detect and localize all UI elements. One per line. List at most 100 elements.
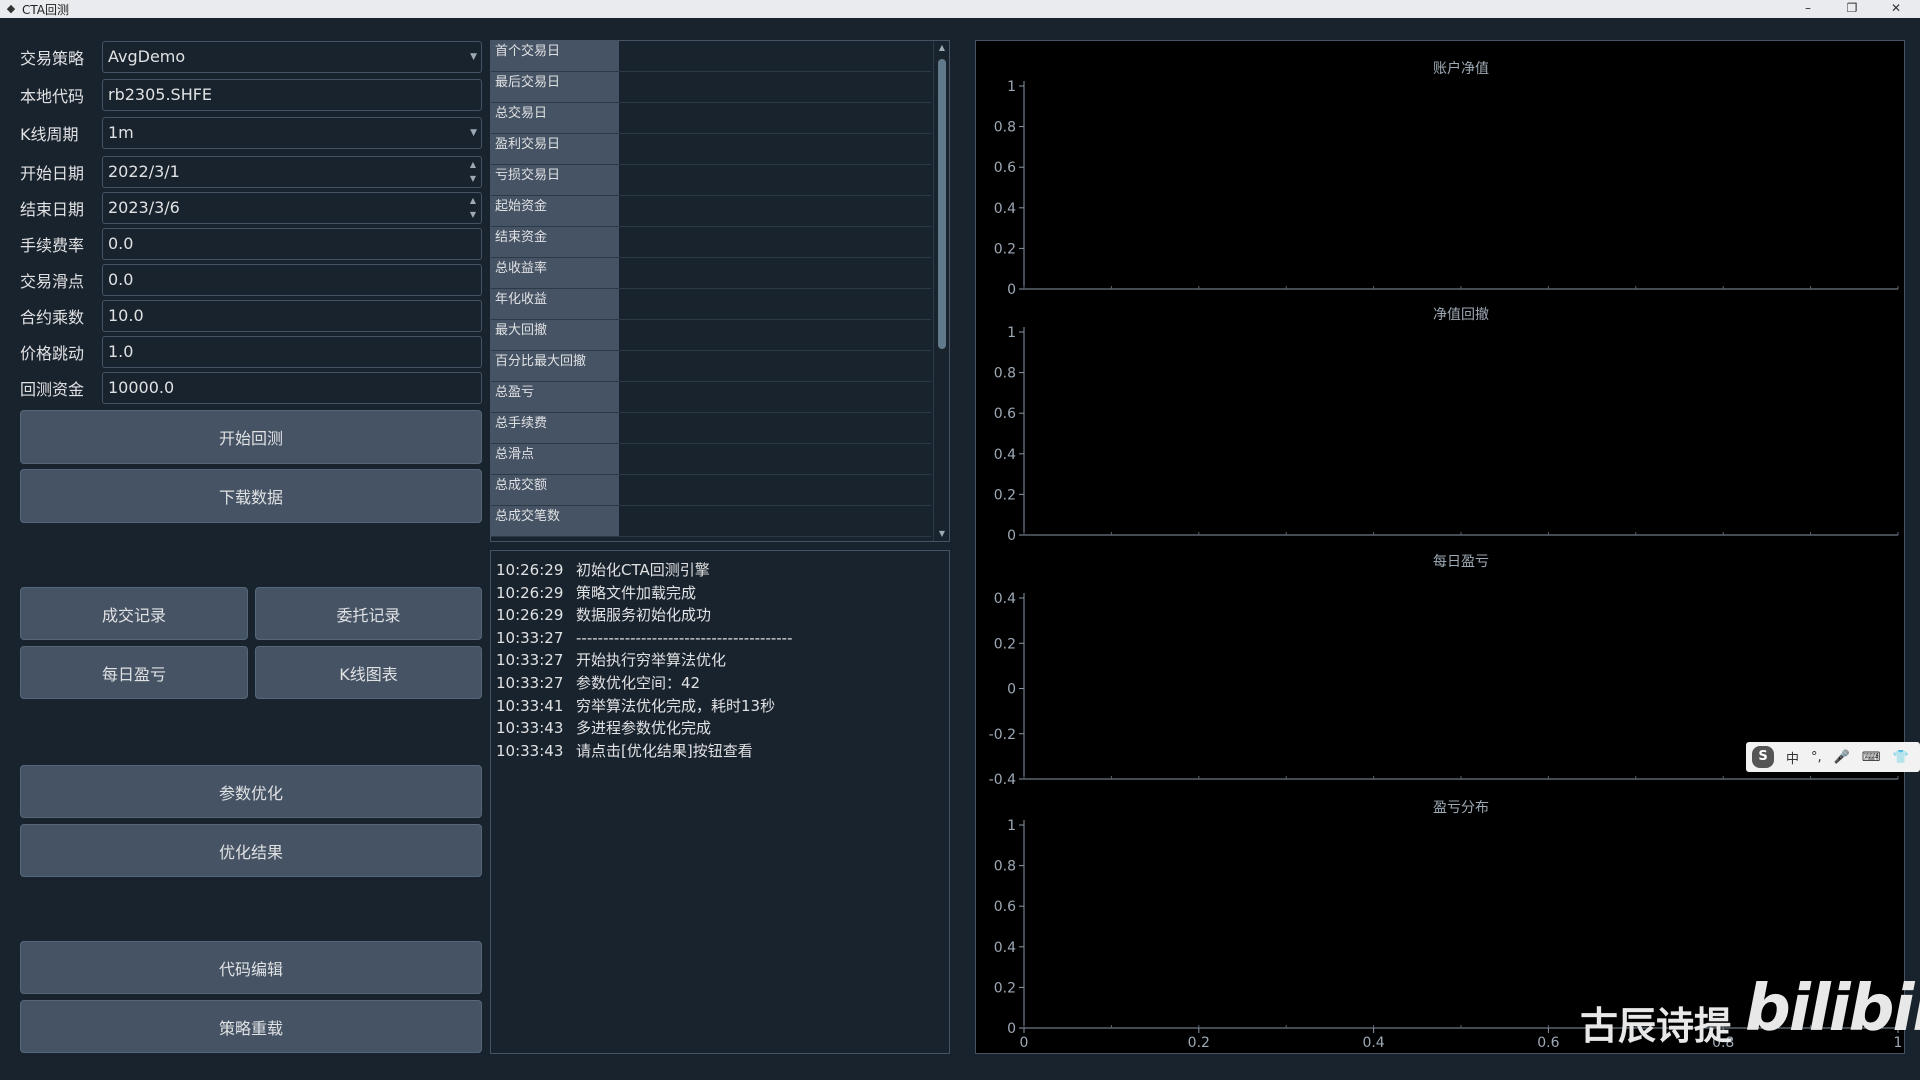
y-tick-label: 0.6 <box>994 406 1016 422</box>
chart-title: 净值回撤 <box>1433 307 1489 323</box>
stat-label: 结束资金 <box>491 227 619 257</box>
stat-row[interactable]: 最后交易日 <box>491 72 931 103</box>
spinner-arrows-icon[interactable]: ▲ ▼ <box>467 194 479 222</box>
charts-panel: 账户净值 1 0.8 0.6 0.4 0.2 0 净值回撤 1 0.8 0.6 0.4 0.2 0 每日盈亏… <box>975 40 1905 1054</box>
log-line: 10:33:43 请点击[优化结果]按钮查看 <box>496 740 944 763</box>
optimize-result-button[interactable]: 优化结果 <box>20 824 482 877</box>
y-tick-label: 0.4 <box>994 447 1016 463</box>
ime-logo-icon[interactable]: S <box>1752 746 1774 768</box>
stat-row[interactable]: 盈利交易日 <box>491 134 931 165</box>
interval-select[interactable]: 1m ▼ <box>102 117 482 149</box>
stat-row[interactable]: 总成交额 <box>491 475 931 506</box>
watermark-author: 古辰诗提 <box>1580 1004 1733 1048</box>
stat-row[interactable]: 最大回撤 <box>491 320 931 351</box>
minimize-button[interactable]: – <box>1786 0 1830 18</box>
log-line: 10:33:41 穷举算法优化完成，耗时13秒 <box>496 695 944 718</box>
charts-svg: 账户净值 1 0.8 0.6 0.4 0.2 0 净值回撤 1 0.8 0.6 0.4 0.2 0 每日盈亏… <box>989 60 1903 1051</box>
stat-label: 起始资金 <box>491 196 619 226</box>
stat-row[interactable]: 总盈亏 <box>491 382 931 413</box>
interval-label: K线周期 <box>20 125 79 144</box>
pricetick-label: 价格跳动 <box>20 344 85 363</box>
chart-title: 盈亏分布 <box>1433 800 1489 816</box>
app-icon: ◆ <box>6 2 16 15</box>
strategy-select[interactable]: AvgDemo ▼ <box>102 41 482 73</box>
log-time: 10:33:43 <box>496 741 564 760</box>
optimize-button[interactable]: 参数优化 <box>20 765 482 818</box>
stat-label: 总盈亏 <box>491 382 619 412</box>
stat-value <box>621 320 931 350</box>
log-time: 10:26:29 <box>496 583 564 602</box>
ime-toolbar[interactable]: S 中 °, 🎤 ⌨ 👕 <box>1746 742 1920 772</box>
start-date-input[interactable]: 2022/3/1 ▲ ▼ <box>102 156 482 188</box>
form-row-slippage: 交易滑点 0.0 <box>20 264 482 296</box>
size-input[interactable]: 10.0 <box>102 300 482 332</box>
stat-row[interactable]: 总滑点 <box>491 444 931 475</box>
stat-row[interactable]: 总交易日 <box>491 103 931 134</box>
stat-value <box>621 134 931 164</box>
code-edit-button[interactable]: 代码编辑 <box>20 941 482 994</box>
y-tick-label: 1 <box>1007 79 1016 95</box>
stat-label: 盈利交易日 <box>491 134 619 164</box>
stat-row[interactable]: 年化收益 <box>491 289 931 320</box>
x-tick-label: 0 <box>1020 1035 1029 1051</box>
y-tick-label: -0.4 <box>989 772 1016 788</box>
close-button[interactable]: ✕ <box>1874 0 1918 18</box>
scroll-up-icon[interactable]: ▲ <box>934 41 949 55</box>
log-time: 10:33:41 <box>496 696 564 715</box>
interval-value: 1m <box>108 123 134 142</box>
log-panel[interactable]: 10:26:29 初始化CTA回测引擎 10:26:29 策略文件加载完成 10:26:… <box>490 550 950 1054</box>
y-tick-label: -0.2 <box>989 727 1016 743</box>
log-line: 10:33:27 参数优化空间：42 <box>496 672 944 695</box>
log-time: 10:33:27 <box>496 673 564 692</box>
stat-row[interactable]: 总手续费 <box>491 413 931 444</box>
stat-row[interactable]: 起始资金 <box>491 196 931 227</box>
slippage-input[interactable]: 0.0 <box>102 264 482 296</box>
stat-row[interactable]: 总收益率 <box>491 258 931 289</box>
stat-value <box>621 444 931 474</box>
log-line: 10:26:29 初始化CTA回测引擎 <box>496 559 944 582</box>
stat-row[interactable]: 总成交笔数 <box>491 506 931 537</box>
ime-punct-icon[interactable]: °, <box>1811 750 1822 765</box>
y-tick-label: 0.2 <box>994 241 1016 257</box>
skin-icon[interactable]: 👕 <box>1893 750 1909 765</box>
rate-input[interactable]: 0.0 <box>102 228 482 260</box>
stat-row[interactable]: 百分比最大回撤 <box>491 351 931 382</box>
keyboard-icon[interactable]: ⌨ <box>1862 750 1881 765</box>
start-backtest-button[interactable]: 开始回测 <box>20 410 482 464</box>
stat-label: 最大回撤 <box>491 320 619 350</box>
statistics-table[interactable]: 首个交易日 最后交易日 总交易日 盈利交易日 亏损交易日 起始资金 结束资金 总收益率 年化收益… <box>490 40 950 542</box>
form-row-start: 开始日期 2022/3/1 ▲ ▼ <box>20 156 482 188</box>
end-date-input[interactable]: 2023/3/6 ▲ ▼ <box>102 192 482 224</box>
trade-records-button[interactable]: 成交记录 <box>20 587 248 640</box>
stats-scrollbar[interactable]: ▲ ▼ <box>933 41 949 541</box>
restore-button[interactable]: ❐ <box>1830 0 1874 18</box>
stat-row[interactable]: 亏损交易日 <box>491 165 931 196</box>
form-row-size: 合约乘数 10.0 <box>20 300 482 332</box>
stat-label: 首个交易日 <box>491 41 619 71</box>
log-message: 策略文件加载完成 <box>576 583 697 602</box>
stat-row[interactable]: 首个交易日 <box>491 41 931 72</box>
scroll-down-icon[interactable]: ▼ <box>934 527 949 541</box>
stat-row[interactable]: 结束资金 <box>491 227 931 258</box>
pricetick-input[interactable]: 1.0 <box>102 336 482 368</box>
ime-lang-toggle[interactable]: 中 <box>1786 748 1799 767</box>
y-tick-label: 0.4 <box>994 591 1016 607</box>
form-row-rate: 手续费率 0.0 <box>20 228 482 260</box>
daily-pnl-button[interactable]: 每日盈亏 <box>20 646 248 699</box>
stat-value <box>621 227 931 257</box>
microphone-icon[interactable]: 🎤 <box>1834 750 1850 765</box>
spinner-arrows-icon[interactable]: ▲ ▼ <box>467 158 479 186</box>
scroll-thumb[interactable] <box>938 59 946 349</box>
capital-input[interactable]: 10000.0 <box>102 372 482 404</box>
order-records-button[interactable]: 委托记录 <box>255 587 482 640</box>
symbol-input[interactable]: rb2305.SHFE <box>102 79 482 111</box>
download-data-button[interactable]: 下载数据 <box>20 469 482 523</box>
y-tick-label: 0.8 <box>994 366 1016 382</box>
form-row-pricetick: 价格跳动 1.0 <box>20 336 482 368</box>
y-tick-label: 0 <box>1007 1021 1016 1037</box>
kline-chart-button[interactable]: K线图表 <box>255 646 482 699</box>
chart-title: 每日盈亏 <box>1433 554 1489 570</box>
start-date-value: 2022/3/1 <box>108 162 180 181</box>
stat-value <box>621 351 931 381</box>
reload-strategy-button[interactable]: 策略重载 <box>20 1000 482 1053</box>
